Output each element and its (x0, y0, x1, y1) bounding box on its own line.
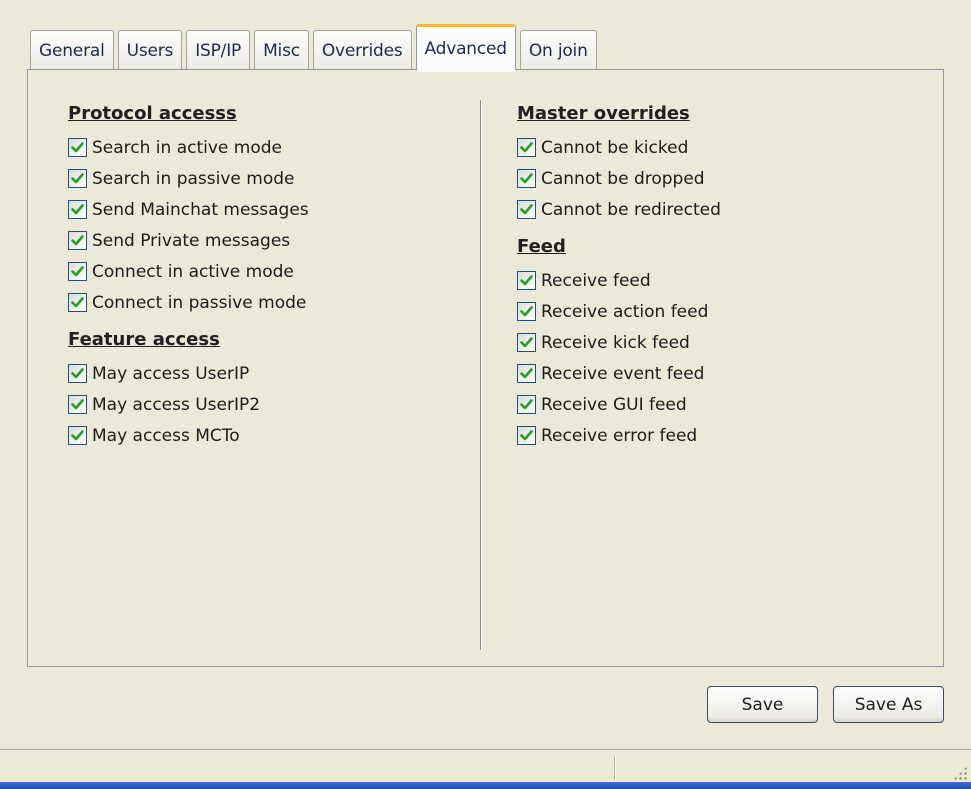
right-column: Master overrides Cannot be kicked Cannot … (517, 100, 721, 451)
status-bar (0, 749, 971, 782)
checkbox-row-receive-error-feed[interactable]: Receive error feed (517, 420, 721, 451)
checkmark-icon (520, 305, 533, 318)
tab-advanced[interactable]: Advanced (415, 24, 516, 72)
checkmark-icon (71, 203, 84, 216)
checkmark-icon (71, 234, 84, 247)
advanced-panel: Protocol accesss Search in active mode Se… (27, 69, 944, 667)
column-divider (480, 100, 482, 650)
checkbox-label: May access MCTo (92, 425, 240, 446)
checkbox[interactable] (68, 293, 87, 312)
checkbox-label: Receive error feed (541, 425, 698, 446)
checkbox[interactable] (68, 138, 87, 157)
checkbox-label: Receive GUI feed (541, 394, 687, 415)
checkmark-icon (520, 274, 533, 287)
checkbox[interactable] (517, 395, 536, 414)
checkmark-icon (520, 203, 533, 216)
checkbox-row-may-access-userip2[interactable]: May access UserIP2 (68, 389, 309, 420)
tab-isp-ip[interactable]: ISP/IP (186, 30, 251, 70)
checkbox-label: Cannot be redirected (541, 199, 721, 220)
checkbox-row-cannot-be-kicked[interactable]: Cannot be kicked (517, 132, 721, 163)
checkmark-icon (520, 336, 533, 349)
tab-misc[interactable]: Misc (254, 30, 309, 70)
feature-access-heading: Feature access (68, 329, 220, 350)
checkmark-icon (71, 398, 84, 411)
checkbox[interactable] (517, 200, 536, 219)
left-column: Protocol accesss Search in active mode Se… (68, 100, 309, 451)
checkbox[interactable] (68, 364, 87, 383)
checkbox-label: Cannot be kicked (541, 137, 689, 158)
checkbox-label: Cannot be dropped (541, 168, 705, 189)
checkbox[interactable] (517, 426, 536, 445)
checkmark-icon (71, 429, 84, 442)
checkbox-label: May access UserIP2 (92, 394, 261, 415)
feed-list: Receive feed Receive action feed Receive k… (517, 265, 721, 451)
checkbox-label: Connect in passive mode (92, 292, 307, 313)
feed-heading: Feed (517, 236, 566, 257)
checkmark-icon (71, 172, 84, 185)
save-button[interactable]: Save (707, 686, 818, 723)
checkbox-label: Receive action feed (541, 301, 709, 322)
checkbox-row-may-access-userip[interactable]: May access UserIP (68, 358, 309, 389)
checkbox[interactable] (517, 169, 536, 188)
tab-bar: General Users ISP/IP Misc Overrides Adva… (30, 14, 601, 72)
checkbox-row-receive-event-feed[interactable]: Receive event feed (517, 358, 721, 389)
save-as-button[interactable]: Save As (833, 686, 944, 723)
master-overrides-heading: Master overrides (517, 103, 690, 124)
checkbox-row-cannot-be-redirected[interactable]: Cannot be redirected (517, 194, 721, 225)
checkbox-row-search-in-active-mode[interactable]: Search in active mode (68, 132, 309, 163)
checkbox-row-receive-gui-feed[interactable]: Receive GUI feed (517, 389, 721, 420)
checkbox[interactable] (68, 231, 87, 250)
checkbox[interactable] (517, 138, 536, 157)
checkbox-row-receive-feed[interactable]: Receive feed (517, 265, 721, 296)
checkbox-label: Receive kick feed (541, 332, 690, 353)
checkbox-row-search-in-passive-mode[interactable]: Search in passive mode (68, 163, 309, 194)
checkbox-label: Search in active mode (92, 137, 282, 158)
checkbox-label: Send Private messages (92, 230, 291, 251)
checkmark-icon (520, 141, 533, 154)
checkmark-icon (71, 265, 84, 278)
checkmark-icon (520, 398, 533, 411)
resize-grip-icon[interactable] (953, 766, 967, 780)
checkmark-icon (520, 172, 533, 185)
tab-on-join[interactable]: On join (519, 30, 597, 70)
checkbox[interactable] (68, 395, 87, 414)
checkbox-row-may-access-mcto[interactable]: May access MCTo (68, 420, 309, 451)
feature-access-list: May access UserIP May access UserIP2 May a… (68, 358, 309, 451)
checkbox-row-connect-in-passive-mode[interactable]: Connect in passive mode (68, 287, 309, 318)
protocol-access-heading: Protocol accesss (68, 103, 237, 124)
protocol-access-list: Search in active mode Search in passive m… (68, 132, 309, 318)
checkbox-label: Search in passive mode (92, 168, 295, 189)
checkmark-icon (71, 296, 84, 309)
window-bottom-edge (0, 782, 971, 789)
checkbox-row-receive-action-feed[interactable]: Receive action feed (517, 296, 721, 327)
checkbox[interactable] (517, 364, 536, 383)
checkbox-label: Receive feed (541, 270, 651, 291)
checkbox[interactable] (517, 302, 536, 321)
checkmark-icon (71, 141, 84, 154)
checkbox[interactable] (68, 169, 87, 188)
checkmark-icon (71, 367, 84, 380)
checkbox[interactable] (517, 271, 536, 290)
tab-users[interactable]: Users (117, 30, 183, 70)
checkbox-row-send-mainchat-messages[interactable]: Send Mainchat messages (68, 194, 309, 225)
checkmark-icon (520, 429, 533, 442)
tab-general[interactable]: General (30, 30, 114, 70)
checkbox-label: May access UserIP (92, 363, 250, 384)
checkbox[interactable] (517, 333, 536, 352)
checkbox[interactable] (68, 262, 87, 281)
checkbox-label: Connect in active mode (92, 261, 294, 282)
checkmark-icon (520, 367, 533, 380)
checkbox-row-cannot-be-dropped[interactable]: Cannot be dropped (517, 163, 721, 194)
checkbox-row-send-private-messages[interactable]: Send Private messages (68, 225, 309, 256)
checkbox-label: Send Mainchat messages (92, 199, 309, 220)
checkbox-row-receive-kick-feed[interactable]: Receive kick feed (517, 327, 721, 358)
checkbox-label: Receive event feed (541, 363, 705, 384)
master-overrides-list: Cannot be kicked Cannot be dropped Cannot … (517, 132, 721, 225)
checkbox[interactable] (68, 200, 87, 219)
checkbox[interactable] (68, 426, 87, 445)
status-bar-separator (614, 756, 616, 780)
tab-overrides[interactable]: Overrides (312, 30, 412, 70)
checkbox-row-connect-in-active-mode[interactable]: Connect in active mode (68, 256, 309, 287)
